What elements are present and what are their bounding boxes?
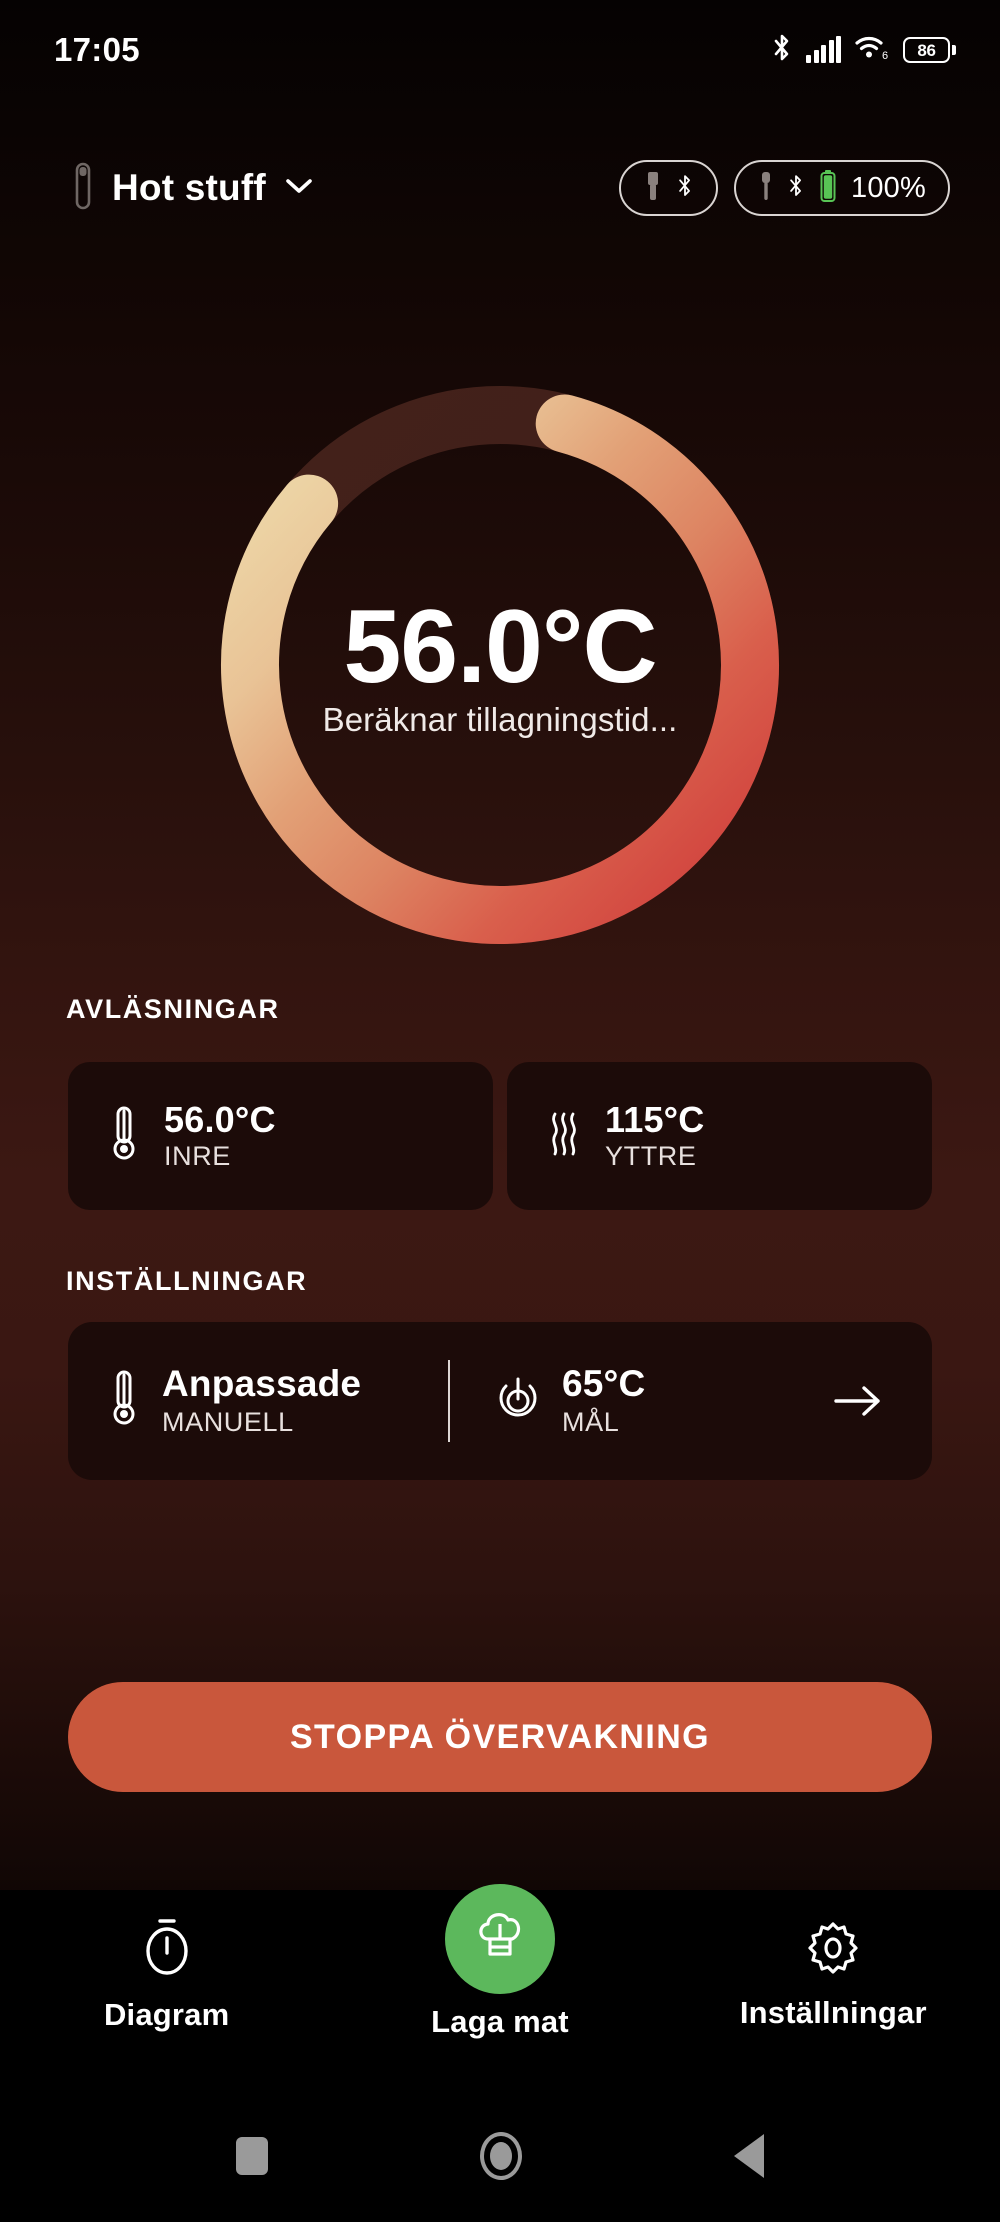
android-system-nav bbox=[0, 2090, 1000, 2222]
bluetooth-icon bbox=[676, 171, 694, 206]
bluetooth-icon bbox=[787, 171, 805, 206]
app-header: Hot stuff 100% bbox=[0, 148, 1000, 228]
setting-target-label: MÅL bbox=[562, 1406, 620, 1437]
gear-icon bbox=[804, 1916, 862, 1981]
thermometer-icon bbox=[108, 1105, 140, 1168]
setting-target[interactable]: 65°C MÅL bbox=[450, 1363, 646, 1438]
square-recents-icon[interactable] bbox=[236, 2137, 268, 2175]
probe-icon bbox=[758, 170, 774, 207]
bottom-navigation: Diagram Laga mat Inställningar bbox=[0, 1884, 1000, 2090]
device-selector[interactable]: Hot stuff bbox=[72, 162, 314, 215]
reading-card-ambient[interactable]: 115°C YTTRE bbox=[507, 1062, 932, 1210]
probe-battery-pill[interactable]: 100% bbox=[734, 160, 950, 216]
gauge-temperature: 56.0°C bbox=[343, 588, 657, 705]
timer-icon bbox=[138, 1916, 196, 1983]
settings-card[interactable]: Anpassade MANUELL 65°C MÅL bbox=[68, 1322, 932, 1480]
triangle-back-icon[interactable] bbox=[734, 2134, 764, 2178]
wifi-6-icon: 6 bbox=[854, 34, 890, 67]
temperature-gauge: 56.0°C Beräknar tillagningstid... bbox=[190, 355, 810, 975]
battery-icon bbox=[818, 169, 838, 208]
target-temperature-icon bbox=[496, 1373, 540, 1428]
settings-section-label: INSTÄLLNINGAR bbox=[66, 1266, 308, 1296]
setting-mode[interactable]: Anpassade MANUELL bbox=[68, 1363, 448, 1438]
charger-pill[interactable] bbox=[619, 160, 719, 216]
reading-value: 56.0°C bbox=[164, 1098, 276, 1140]
gauge-center: 56.0°C Beräknar tillagningstid... bbox=[190, 355, 810, 975]
charger-icon bbox=[643, 170, 663, 207]
nav-label: Diagram bbox=[103, 1997, 230, 2032]
status-pills: 100% bbox=[619, 160, 950, 216]
nav-label: Inställningar bbox=[739, 1995, 927, 2030]
readings-row: 56.0°C INRE 115°C YTTRE bbox=[68, 1062, 932, 1210]
status-bar: 17:05 6 86 bbox=[0, 0, 1000, 100]
setting-mode-value: Anpassade bbox=[162, 1363, 362, 1405]
svg-text:6: 6 bbox=[882, 50, 888, 62]
page-title: Hot stuff bbox=[112, 167, 266, 208]
nav-label: Laga mat bbox=[431, 2004, 569, 2039]
reading-text: 56.0°C INRE bbox=[164, 1100, 276, 1173]
setting-target-value: 65°C bbox=[562, 1363, 646, 1405]
thermometer-icon bbox=[108, 1368, 140, 1433]
status-time: 17:05 bbox=[54, 31, 140, 68]
reading-label: YTTRE bbox=[605, 1141, 697, 1172]
cook-fab[interactable] bbox=[444, 1884, 555, 1994]
setting-mode-label: MANUELL bbox=[162, 1406, 294, 1437]
setting-text: 65°C MÅL bbox=[562, 1363, 646, 1438]
readings-section-label: AVLÄSNINGAR bbox=[66, 994, 280, 1024]
reading-text: 115°C YTTRE bbox=[605, 1100, 704, 1173]
circle-home-icon[interactable] bbox=[480, 2132, 522, 2180]
nav-item-chart[interactable]: Diagram bbox=[0, 1890, 333, 2033]
heat-waves-icon bbox=[547, 1108, 581, 1165]
probe-battery-percent: 100% bbox=[851, 171, 926, 204]
cellular-signal-icon bbox=[806, 36, 841, 63]
phone-screen: 17:05 6 86 Hot stuff 100% 56.0°C Beräkna… bbox=[0, 0, 1000, 2222]
nav-item-settings[interactable]: Inställningar bbox=[667, 1890, 1000, 2031]
chef-hat-icon bbox=[471, 1907, 529, 1972]
stop-monitoring-label: STOPPA ÖVERVAKNING bbox=[289, 1717, 711, 1756]
battery-icon: 86 bbox=[903, 37, 956, 63]
status-icons: 6 86 bbox=[771, 33, 956, 68]
setting-text: Anpassade MANUELL bbox=[162, 1363, 362, 1438]
stop-monitoring-button[interactable]: STOPPA ÖVERVAKNING bbox=[68, 1682, 932, 1792]
probe-icon bbox=[72, 162, 94, 215]
reading-label: INRE bbox=[164, 1141, 231, 1172]
bluetooth-icon bbox=[771, 33, 793, 68]
gauge-status-text: Beräknar tillagningstid... bbox=[322, 700, 678, 738]
battery-percent: 86 bbox=[917, 40, 936, 60]
chevron-down-icon[interactable] bbox=[284, 176, 314, 201]
reading-value: 115°C bbox=[605, 1098, 705, 1140]
arrow-right-icon[interactable] bbox=[832, 1382, 884, 1420]
nav-item-cook[interactable]: Laga mat bbox=[333, 1884, 666, 2040]
reading-card-internal[interactable]: 56.0°C INRE bbox=[68, 1062, 493, 1210]
